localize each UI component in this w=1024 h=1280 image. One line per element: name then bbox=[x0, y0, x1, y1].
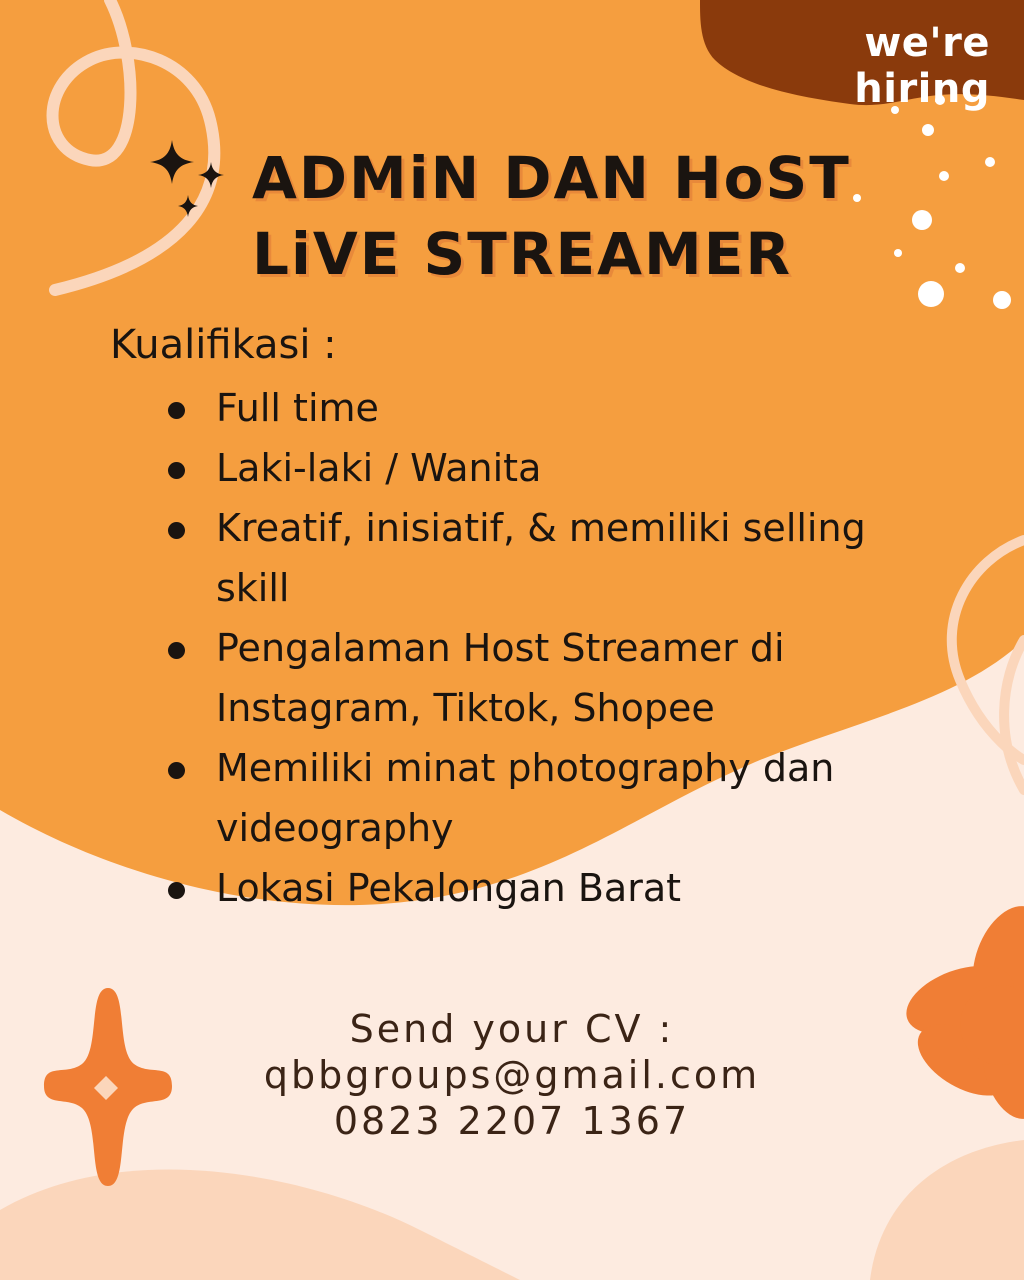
qualifications-list: Full time Laki-laki / Wanita Kreatif, in… bbox=[164, 378, 924, 918]
hiring-badge-label: we're hiring bbox=[854, 20, 990, 112]
peach-blob-bottom bbox=[0, 1169, 520, 1280]
contact-email: qbbgroups@gmail.com bbox=[263, 1053, 761, 1097]
job-title-line-2: LiVE STREAMER bbox=[252, 220, 793, 288]
qualification-item: Laki-laki / Wanita bbox=[164, 438, 924, 498]
swirl-line-right-2 bbox=[999, 635, 1024, 795]
contact-block: Send your CV : qbbgroups@gmail.com 0823 … bbox=[200, 1006, 824, 1144]
contact-phone: 0823 2207 1367 bbox=[333, 1099, 691, 1143]
qualifications-heading: Kualifikasi : bbox=[110, 322, 337, 368]
contact-label: Send your CV : bbox=[349, 1007, 675, 1051]
flower-icon bbox=[906, 906, 1024, 1119]
qualification-item: Memiliki minat photography dan videograp… bbox=[164, 738, 924, 858]
job-title: ADMiN DAN HoST LiVE STREAMER bbox=[252, 140, 952, 292]
hiring-poster: we're hiring ADMiN DAN HoST LiVE STREAME… bbox=[0, 0, 1024, 1280]
qualification-item: Lokasi Pekalongan Barat bbox=[164, 858, 924, 918]
peach-blob-right bbox=[870, 1140, 1024, 1280]
qualification-item: Kreatif, inisiatif, & memiliki selling s… bbox=[164, 498, 924, 618]
job-title-line-1: ADMiN DAN HoST bbox=[252, 144, 851, 212]
qualification-item: Full time bbox=[164, 378, 924, 438]
qualification-item: Pengalaman Host Streamer di Instagram, T… bbox=[164, 618, 924, 738]
